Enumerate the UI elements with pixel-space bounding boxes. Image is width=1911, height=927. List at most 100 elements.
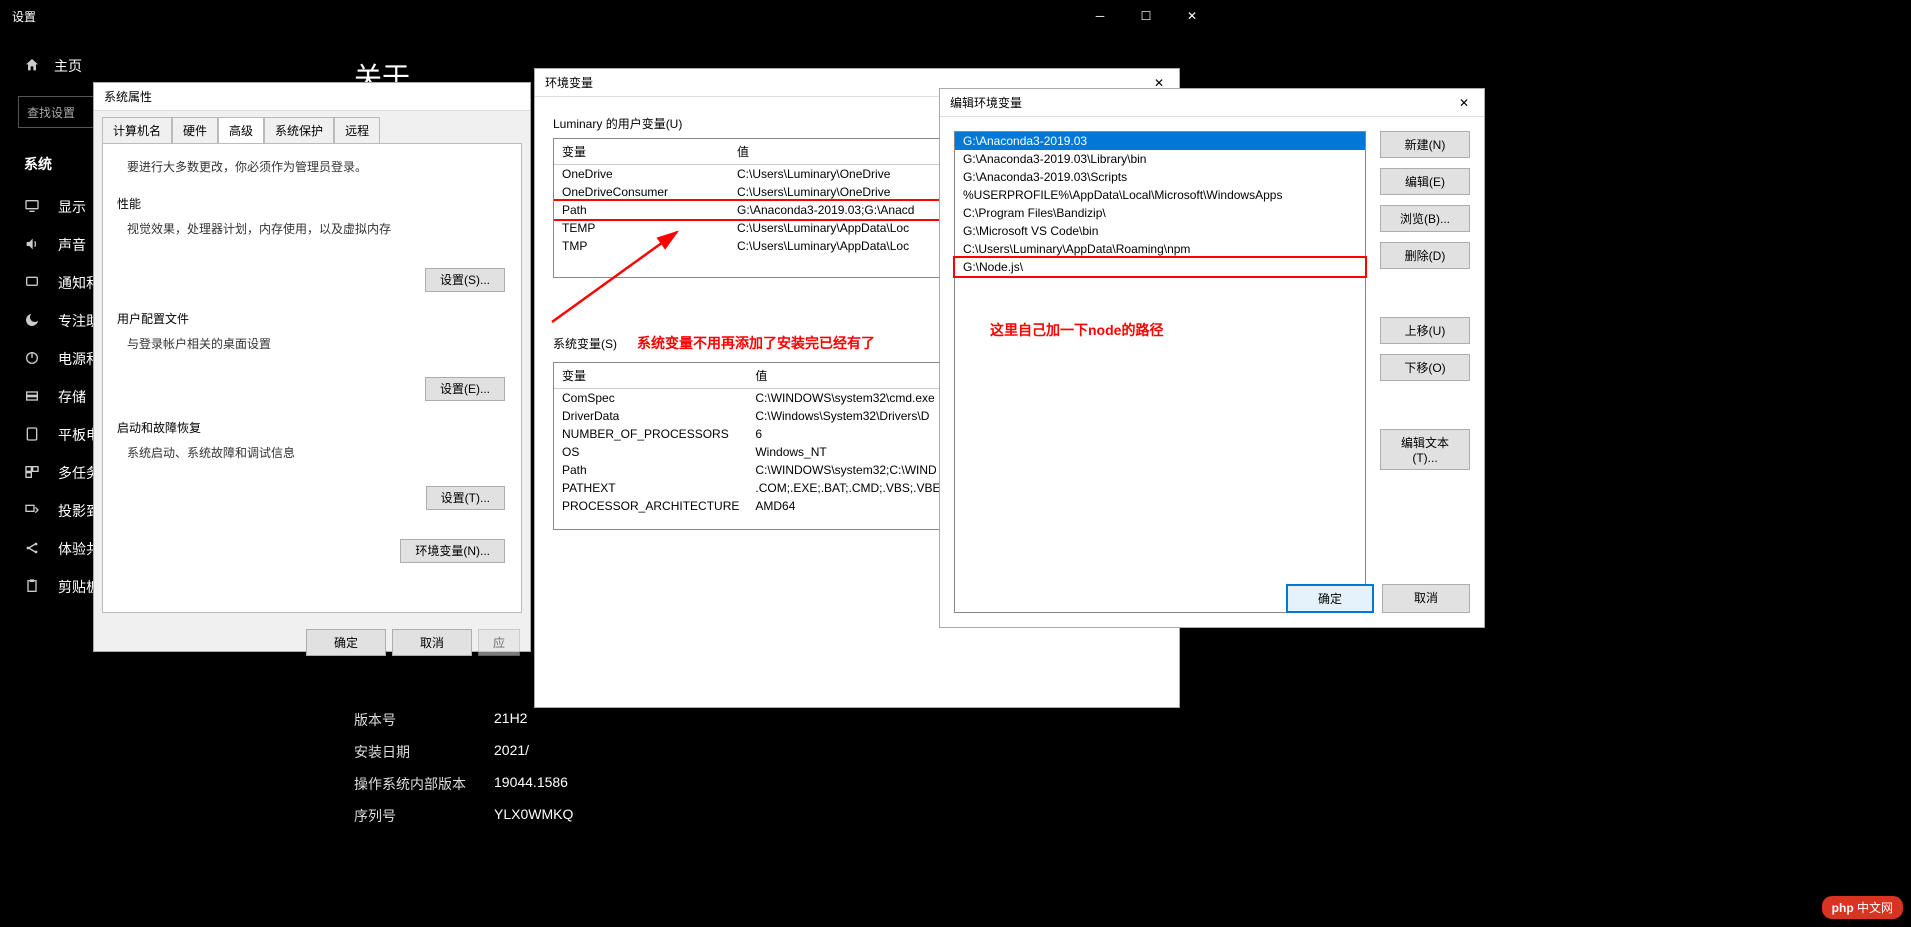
project-icon — [24, 502, 42, 520]
spec-value: YLX0WMKQ — [494, 806, 573, 826]
editdlg-cancel-button[interactable]: 取消 — [1382, 584, 1470, 613]
about-specs: 版本号21H2安装日期2021/操作系统内部版本19044.1586序列号YLX… — [354, 704, 1354, 832]
close-button[interactable]: ✕ — [1169, 0, 1215, 32]
clipboard-icon — [24, 578, 42, 596]
edit-moveup-button[interactable]: 上移(U) — [1380, 317, 1470, 344]
sysprop-apply-button[interactable]: 应 — [478, 629, 520, 656]
system-properties-dialog: 系统属性 计算机名硬件高级系统保护远程 要进行大多数更改，你必须作为管理员登录。… — [93, 82, 531, 652]
perf-title: 性能 — [117, 195, 507, 212]
spec-row: 版本号21H2 — [354, 704, 1354, 736]
path-item[interactable]: G:\Node.js\ — [955, 258, 1365, 276]
path-item[interactable]: G:\Anaconda3-2019.03\Scripts — [955, 168, 1365, 186]
tab-2[interactable]: 高级 — [218, 117, 264, 143]
var-name: Path — [554, 201, 729, 219]
sidebar-home[interactable]: 主页 — [0, 50, 330, 82]
multitask-icon — [24, 464, 42, 482]
settings-title: 设置 — [12, 8, 36, 25]
path-item[interactable]: %USERPROFILE%\AppData\Local\Microsoft\Wi… — [955, 186, 1365, 204]
var-name: ComSpec — [554, 389, 747, 408]
settings-titlebar: 设置 — [0, 0, 1565, 32]
editdlg-title: 编辑环境变量 — [940, 89, 1484, 117]
path-item[interactable]: G:\Anaconda3-2019.03 — [955, 132, 1365, 150]
spec-row: 操作系统内部版本19044.1586 — [354, 768, 1354, 800]
path-item[interactable]: C:\Users\Luminary\AppData\Roaming\npm — [955, 240, 1365, 258]
sysprop-ok-button[interactable]: 确定 — [306, 629, 386, 656]
path-list[interactable]: G:\Anaconda3-2019.03G:\Anaconda3-2019.03… — [954, 131, 1366, 613]
perf-desc: 视觉效果，处理器计划，内存使用，以及虚拟内存 — [117, 212, 507, 245]
var-name: DriverData — [554, 407, 747, 425]
spec-row: 序列号YLX0WMKQ — [354, 800, 1354, 832]
watermark: php 中文网 — [1822, 896, 1903, 919]
var-name: PATHEXT — [554, 479, 747, 497]
var-name: TMP — [554, 237, 729, 255]
var-name: OneDriveConsumer — [554, 183, 729, 201]
window-controls: ─ ☐ ✕ — [1077, 0, 1215, 32]
var-name: OS — [554, 443, 747, 461]
notifications-icon — [24, 274, 42, 292]
var-name: NUMBER_OF_PROCESSORS — [554, 425, 747, 443]
edit-movedown-button[interactable]: 下移(O) — [1380, 354, 1470, 381]
edit-delete-button[interactable]: 删除(D) — [1380, 242, 1470, 269]
share-icon — [24, 540, 42, 558]
edit-text-button[interactable]: 编辑文本(T)... — [1380, 429, 1470, 470]
profile-desc: 与登录帐户相关的桌面设置 — [117, 327, 507, 360]
spec-value: 21H2 — [494, 710, 527, 730]
nav-label: 声音 — [58, 235, 86, 255]
sysprop-buttons: 确定 取消 应 — [94, 621, 530, 664]
tab-0[interactable]: 计算机名 — [102, 117, 172, 143]
spec-row: 安装日期2021/ — [354, 736, 1354, 768]
spec-label: 版本号 — [354, 710, 494, 730]
annotation-sys: 系统变量不用再添加了安装完已经有了 — [637, 333, 875, 353]
spec-label: 安装日期 — [354, 742, 494, 762]
sysprop-title: 系统属性 — [94, 83, 530, 111]
var-name: TEMP — [554, 219, 729, 237]
display-icon — [24, 198, 42, 216]
tab-3[interactable]: 系统保护 — [264, 117, 334, 143]
col-variable[interactable]: 变量 — [554, 139, 729, 165]
var-name: OneDrive — [554, 165, 729, 184]
perf-settings-button[interactable]: 设置(S)... — [425, 268, 505, 292]
editdlg-close-button[interactable]: ✕ — [1450, 93, 1478, 113]
profile-title: 用户配置文件 — [117, 310, 507, 327]
sys-vars-label: 系统变量(S) — [553, 335, 617, 352]
sidebar-home-label: 主页 — [54, 56, 82, 76]
search-placeholder: 查找设置 — [27, 104, 75, 121]
sysprop-tabs: 计算机名硬件高级系统保护远程 — [94, 111, 530, 143]
path-item[interactable]: C:\Program Files\Bandizip\ — [955, 204, 1365, 222]
col-variable[interactable]: 变量 — [554, 363, 747, 389]
spec-value: 2021/ — [494, 742, 529, 762]
tab-4[interactable]: 远程 — [334, 117, 380, 143]
env-vars-button[interactable]: 环境变量(N)... — [400, 539, 505, 563]
admin-note: 要进行大多数更改，你必须作为管理员登录。 — [117, 158, 507, 183]
power-icon — [24, 350, 42, 368]
var-name: Path — [554, 461, 747, 479]
sysprop-cancel-button[interactable]: 取消 — [392, 629, 472, 656]
edit-new-button[interactable]: 新建(N) — [1380, 131, 1470, 158]
minimize-button[interactable]: ─ — [1077, 0, 1123, 32]
nav-label: 显示 — [58, 197, 86, 217]
edit-env-variable-dialog: 编辑环境变量 ✕ G:\Anaconda3-2019.03G:\Anaconda… — [939, 88, 1485, 628]
path-item[interactable]: G:\Microsoft VS Code\bin — [955, 222, 1365, 240]
editdlg-ok-button[interactable]: 确定 — [1286, 584, 1374, 613]
spec-value: 19044.1586 — [494, 774, 568, 794]
edit-buttons: 新建(N) 编辑(E) 浏览(B)... 删除(D) 上移(U) 下移(O) 编… — [1380, 131, 1470, 613]
edit-edit-button[interactable]: 编辑(E) — [1380, 168, 1470, 195]
edit-browse-button[interactable]: 浏览(B)... — [1380, 205, 1470, 232]
spec-label: 序列号 — [354, 806, 494, 826]
tab-1[interactable]: 硬件 — [172, 117, 218, 143]
path-item[interactable]: G:\Anaconda3-2019.03\Library\bin — [955, 150, 1365, 168]
startup-settings-button[interactable]: 设置(T)... — [426, 486, 505, 510]
var-name: PROCESSOR_ARCHITECTURE — [554, 497, 747, 515]
annotation-node-path: 这里自己加一下node的路径 — [990, 320, 1163, 340]
sysprop-panel: 要进行大多数更改，你必须作为管理员登录。 性能 视觉效果，处理器计划，内存使用，… — [102, 143, 522, 613]
sound-icon — [24, 236, 42, 254]
home-icon — [24, 57, 40, 76]
storage-icon — [24, 388, 42, 406]
spec-label: 操作系统内部版本 — [354, 774, 494, 794]
nav-label: 存储 — [58, 387, 86, 407]
focus-icon — [24, 312, 42, 330]
profile-settings-button[interactable]: 设置(E)... — [425, 377, 505, 401]
startup-desc: 系统启动、系统故障和调试信息 — [117, 436, 507, 469]
tablet-icon — [24, 426, 42, 444]
maximize-button[interactable]: ☐ — [1123, 0, 1169, 32]
